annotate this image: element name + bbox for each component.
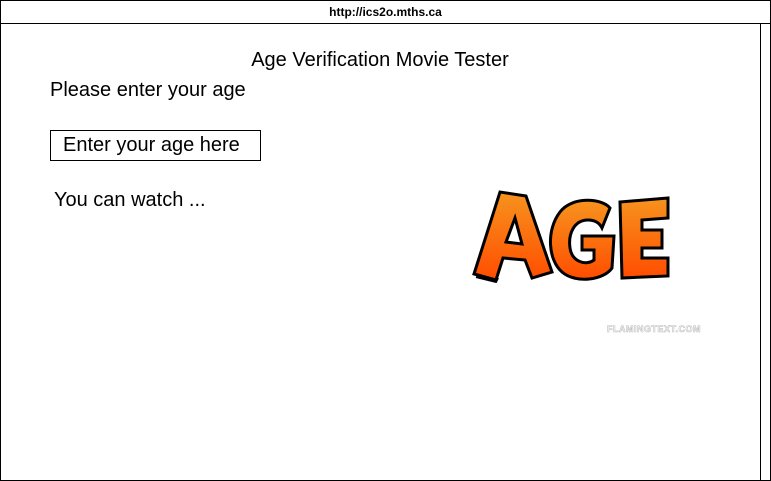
result-text: You can watch ...: [54, 189, 206, 211]
vertical-scrollbar[interactable]: [760, 24, 770, 480]
logo-letter-a: [472, 190, 554, 284]
logo-watermark: FLAMINGTEXT.COM: [607, 324, 701, 334]
age-input[interactable]: [50, 130, 261, 161]
logo-letter-e: [618, 196, 670, 280]
url-bar[interactable]: http://ics2o.mths.ca: [1, 1, 770, 24]
age-prompt-label: Please enter your age: [50, 79, 246, 101]
logo-letter-g: [548, 198, 616, 281]
page-title: Age Verification Movie Tester: [251, 49, 509, 71]
url-text: http://ics2o.mths.ca: [329, 5, 442, 19]
age-logo-image: FLAMINGTEXT.COM: [472, 190, 701, 334]
